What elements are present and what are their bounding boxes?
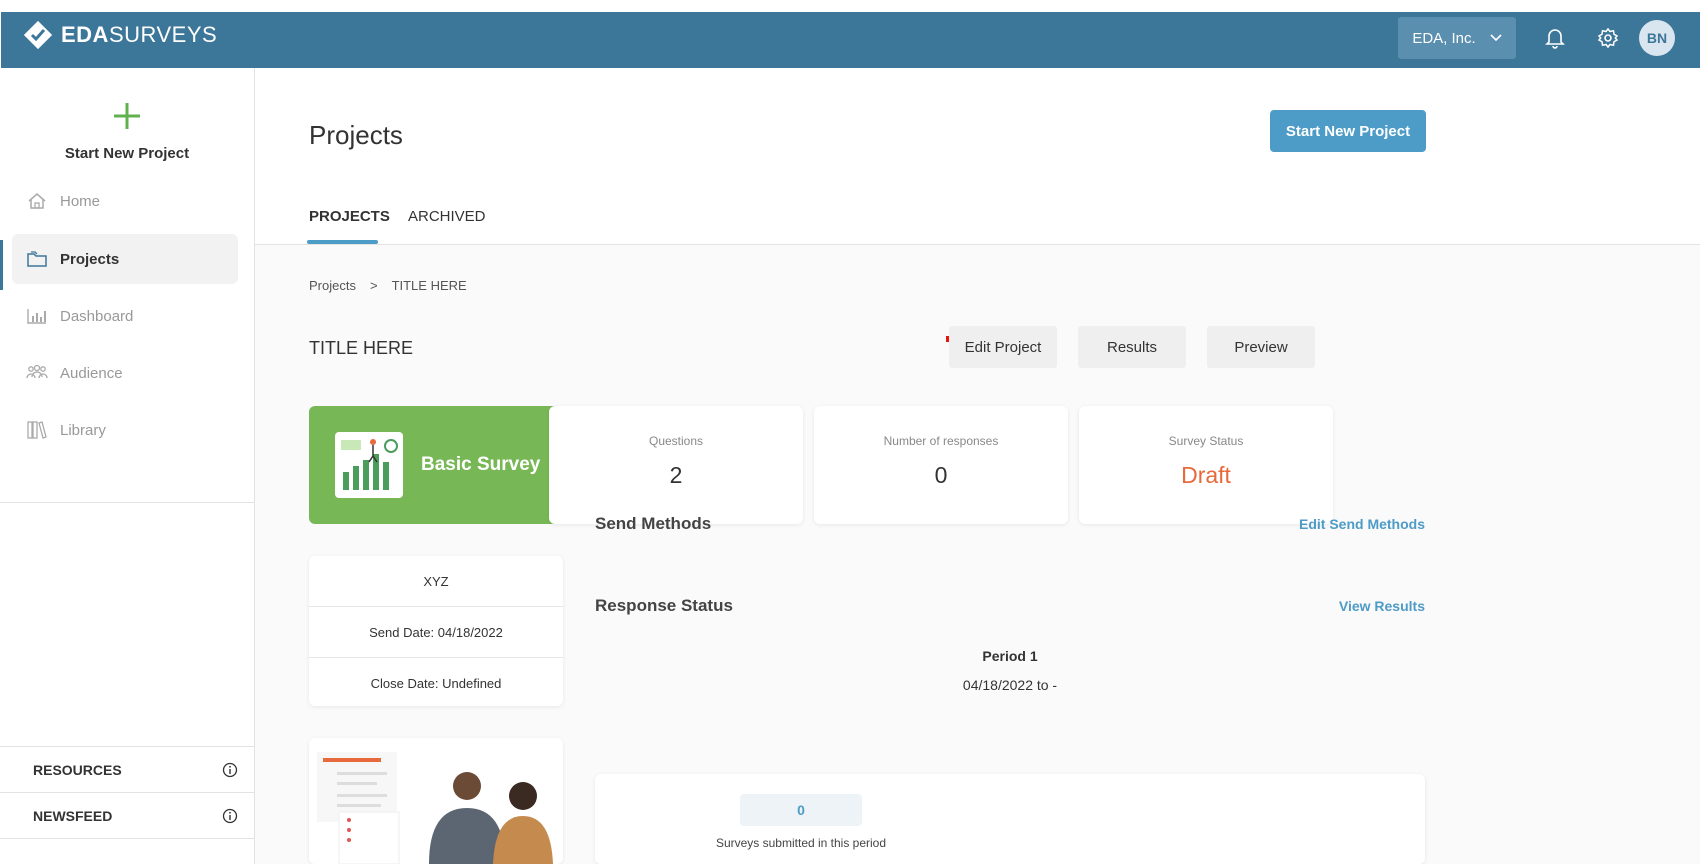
edit-send-methods-link[interactable]: Edit Send Methods xyxy=(1195,516,1425,532)
sidebar: Start New Project Home Projects Dashboar… xyxy=(0,68,255,864)
books-icon xyxy=(26,419,48,441)
main-header: Projects Start New Project PROJECTS ARCH… xyxy=(255,68,1700,245)
user-avatar[interactable]: BN xyxy=(1639,20,1675,56)
close-date: Close Date: Undefined xyxy=(370,675,502,691)
resources-label: RESOURCES xyxy=(33,761,122,778)
responses-value: 0 xyxy=(934,462,948,488)
response-status-title: Response Status xyxy=(595,596,733,615)
home-icon xyxy=(26,190,48,212)
gear-icon xyxy=(1597,27,1619,49)
active-tab-indicator xyxy=(307,240,378,244)
org-name: EDA, Inc. xyxy=(1412,29,1476,47)
tab-projects[interactable]: PROJECTS xyxy=(309,208,390,225)
sidebar-resources[interactable]: RESOURCES xyxy=(0,746,254,792)
top-bar: EDASURVEYS EDA, Inc. BN xyxy=(1,12,1700,68)
sidebar-item-label: Dashboard xyxy=(60,307,134,325)
period-range: 04/18/2022 to - xyxy=(962,677,1058,693)
active-nav-indicator xyxy=(0,240,3,290)
sidebar-item-audience[interactable]: Audience xyxy=(12,348,238,398)
survey-type-label: Basic Survey xyxy=(421,454,541,475)
promo-illustration xyxy=(317,752,553,864)
status-label: Survey Status xyxy=(1168,434,1244,448)
send-date: Send Date: 04/18/2022 xyxy=(309,607,563,658)
info-icon[interactable] xyxy=(222,762,238,778)
plus-icon xyxy=(0,102,254,133)
sidebar-more-item[interactable] xyxy=(0,838,254,864)
page-title: Projects xyxy=(309,120,403,150)
responses-label: Number of responses xyxy=(883,434,999,448)
project-name: XYZ xyxy=(309,556,563,607)
notifications-button[interactable] xyxy=(1541,24,1569,52)
tab-archived[interactable]: ARCHIVED xyxy=(408,208,486,225)
sidebar-item-projects[interactable]: Projects xyxy=(12,234,238,284)
preview-button[interactable]: Preview xyxy=(1207,326,1315,368)
results-button[interactable]: Results xyxy=(1078,326,1186,368)
bell-icon xyxy=(1545,29,1565,49)
sidebar-item-library[interactable]: Library xyxy=(12,405,238,455)
survey-illustration xyxy=(335,432,403,498)
brand-text: EDASURVEYS xyxy=(61,22,218,47)
view-results-link[interactable]: View Results xyxy=(1195,598,1425,614)
submitted-label: Surveys submitted in this period xyxy=(715,836,887,850)
sidebar-item-label: Projects xyxy=(60,250,120,268)
eda-logo-icon xyxy=(23,20,53,50)
newsfeed-label: NEWSFEED xyxy=(33,807,113,824)
sidebar-newsfeed[interactable]: NEWSFEED xyxy=(0,792,254,838)
breadcrumb: Projects > TITLE HERE xyxy=(309,278,467,293)
project-title: TITLE HERE xyxy=(309,338,414,358)
settings-button[interactable] xyxy=(1594,24,1622,52)
project-info-card: XYZ Send Date: 04/18/2022 Close Date: Un… xyxy=(309,556,563,706)
info-icon[interactable] xyxy=(222,808,238,824)
questions-value: 2 xyxy=(669,462,683,488)
folder-icon xyxy=(26,248,48,270)
chevron-down-icon xyxy=(1490,34,1502,42)
promo-image-card[interactable] xyxy=(309,738,563,864)
sidebar-item-home[interactable]: Home xyxy=(12,176,238,226)
sidebar-item-dashboard[interactable]: Dashboard xyxy=(12,291,238,341)
start-new-project-button[interactable]: Start New Project xyxy=(1270,110,1426,152)
edit-project-button[interactable]: Edit Project xyxy=(949,326,1057,368)
sidebar-start-new-project[interactable]: Start New Project xyxy=(0,102,254,162)
brand-logo[interactable]: EDASURVEYS xyxy=(23,20,217,50)
submitted-count: 0 xyxy=(740,794,862,826)
responses-stat-card: Number of responses 0 xyxy=(814,406,1068,524)
submitted-surveys-card: 0 Surveys submitted in this period xyxy=(595,774,1425,864)
sidebar-item-label: Audience xyxy=(60,364,123,382)
sidebar-divider xyxy=(0,502,254,503)
app-frame: EDASURVEYS EDA, Inc. BN Start New Projec… xyxy=(0,0,1700,864)
sidebar-start-new-label: Start New Project xyxy=(64,145,190,162)
questions-stat-card: Questions 2 xyxy=(549,406,803,524)
period-name: Period 1 xyxy=(982,648,1038,664)
breadcrumb-current: TITLE HERE xyxy=(391,278,467,293)
breadcrumb-projects[interactable]: Projects xyxy=(309,278,356,293)
sidebar-item-label: Library xyxy=(60,421,106,439)
status-stat-card: Survey Status Draft xyxy=(1079,406,1333,524)
send-methods-title: Send Methods xyxy=(595,514,712,533)
questions-label: Questions xyxy=(648,434,704,448)
breadcrumb-separator: > xyxy=(369,278,378,293)
survey-type-card: Basic Survey xyxy=(309,406,563,524)
bar-chart-icon xyxy=(26,305,48,327)
people-icon xyxy=(26,362,48,384)
org-selector[interactable]: EDA, Inc. xyxy=(1398,17,1516,59)
main-content: Projects Start New Project PROJECTS ARCH… xyxy=(255,68,1700,864)
sidebar-item-label: Home xyxy=(60,192,101,210)
status-badge: Draft xyxy=(1181,462,1231,488)
